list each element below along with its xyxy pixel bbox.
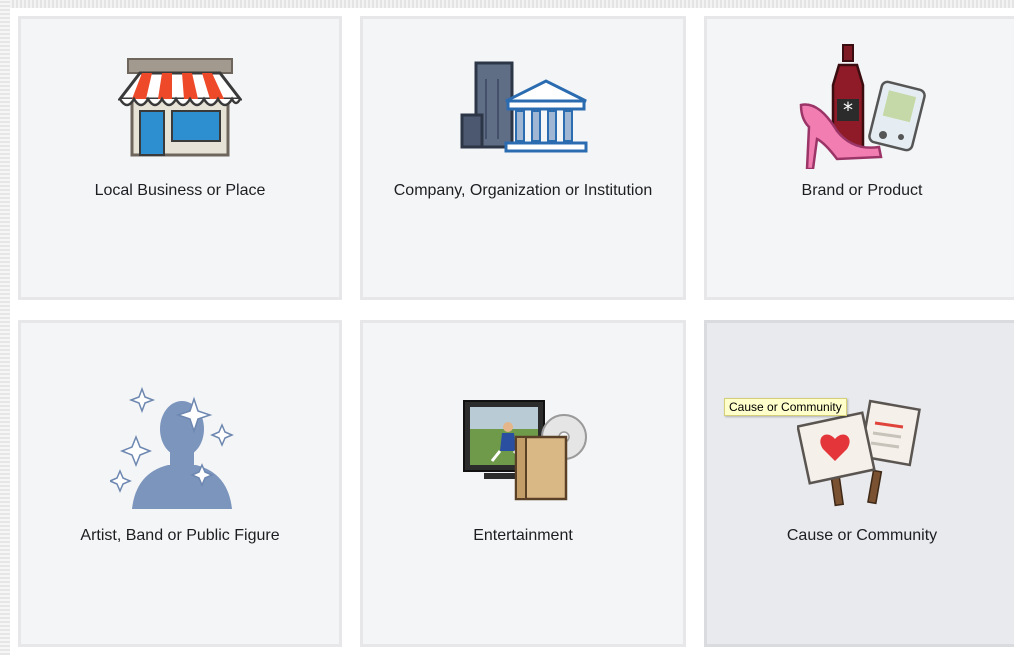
- category-label: Local Business or Place: [94, 182, 266, 199]
- entertainment-icon: [463, 400, 587, 501]
- svg-text:*: *: [843, 98, 853, 122]
- category-tile-local-business[interactable]: Local Business or Place: [18, 16, 342, 300]
- products-icon: *: [799, 44, 926, 169]
- category-label: Company, Organization or Institution: [393, 182, 653, 199]
- category-label: Cause or Community: [786, 527, 938, 544]
- category-tile-cause[interactable]: Cause or Community: [704, 320, 1014, 647]
- building-icon: [460, 61, 588, 153]
- category-label: Entertainment: [473, 527, 573, 544]
- category-tile-entertainment[interactable]: Entertainment: [360, 320, 686, 647]
- category-label: Brand or Product: [801, 182, 923, 199]
- storefront-icon: [118, 58, 242, 157]
- category-label: Artist, Band or Public Figure: [80, 527, 280, 544]
- left-border: [0, 0, 10, 655]
- category-tile-artist[interactable]: Artist, Band or Public Figure: [18, 320, 342, 647]
- top-border: [0, 0, 1014, 8]
- tooltip: Cause or Community: [724, 398, 847, 416]
- category-tile-brand[interactable]: * Brand or Product: [704, 16, 1014, 300]
- category-tile-company[interactable]: Company, Organization or Institution: [360, 16, 686, 300]
- person-silhouette-icon: [110, 386, 234, 509]
